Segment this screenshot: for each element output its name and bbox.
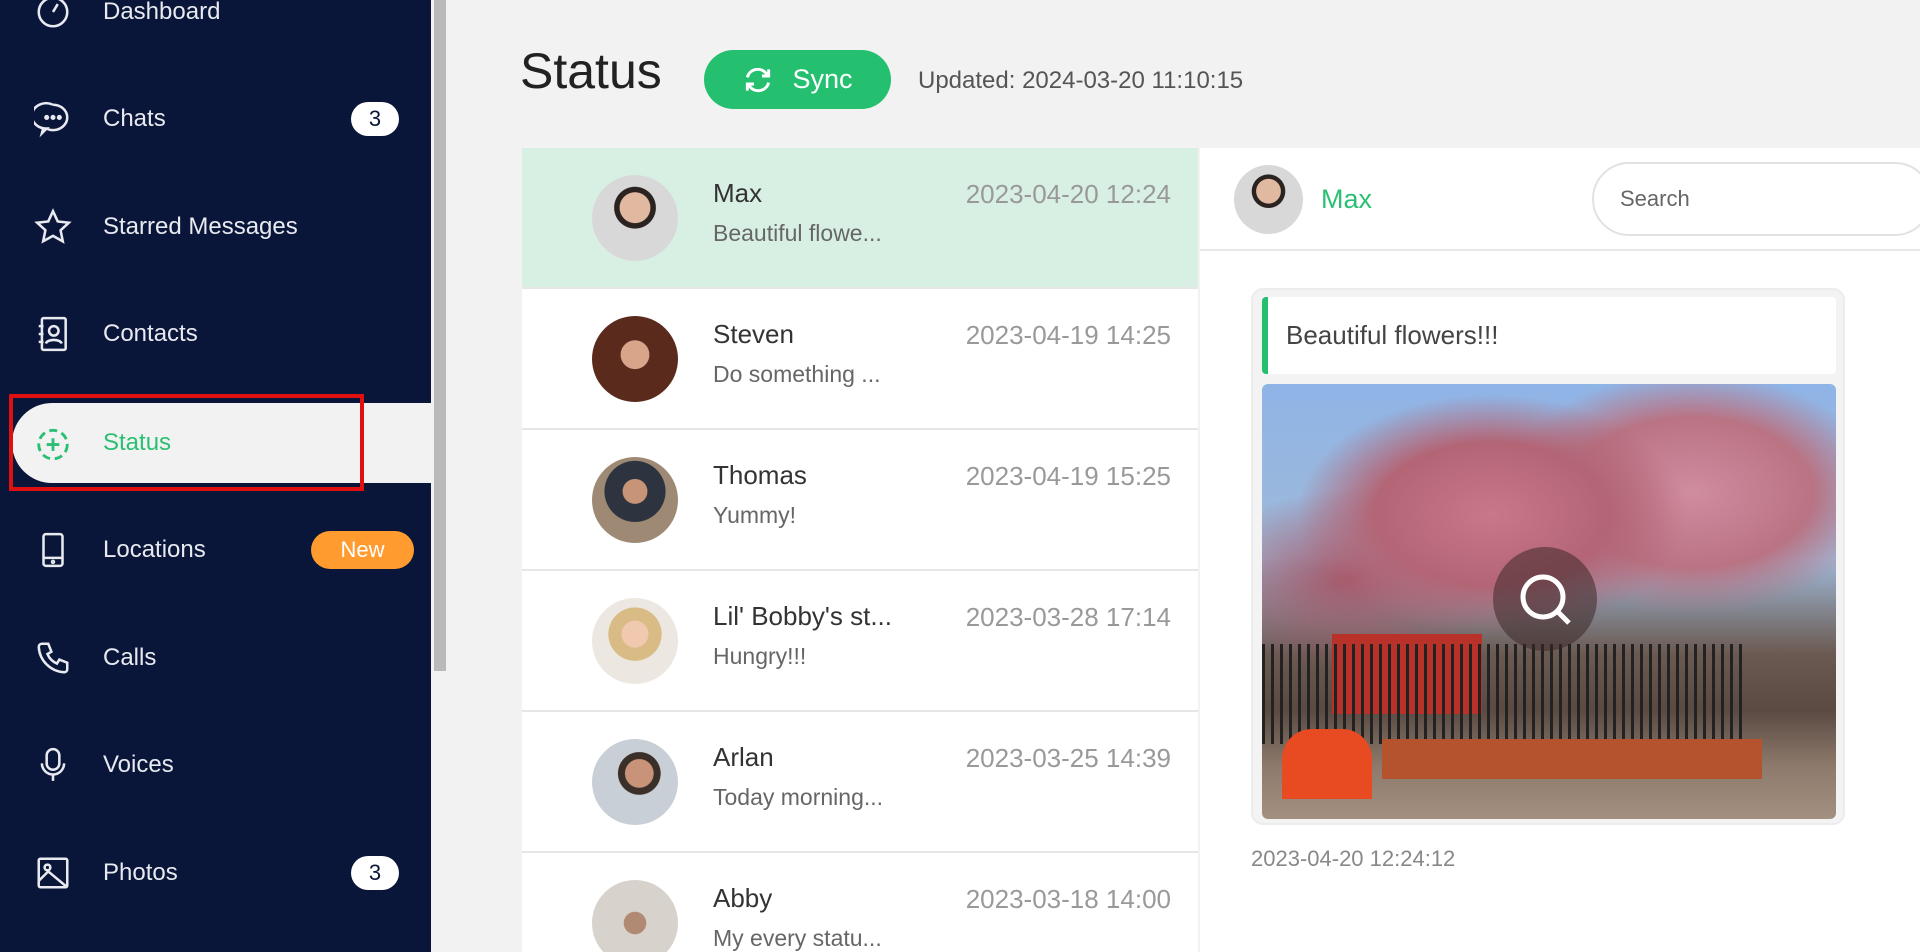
avatar — [592, 175, 678, 261]
person — [1282, 729, 1372, 799]
status-name: Max — [713, 178, 763, 208]
status-preview: Hungry!!! — [713, 643, 807, 669]
status-name: Abby — [713, 883, 773, 913]
sidebar-item-label: Contacts — [103, 320, 198, 347]
sidebar-item-label: Voices — [103, 751, 174, 778]
status-preview: Yummy! — [713, 502, 797, 528]
sidebar-item-label: Dashboard — [103, 0, 221, 25]
status-preview: My every statu... — [713, 925, 882, 951]
sidebar-item-label: Calls — [103, 644, 157, 671]
chats-count-badge: 3 — [351, 102, 399, 136]
avatar — [592, 598, 678, 684]
status-preview: Beautiful flowe... — [713, 220, 882, 246]
status-row[interactable]: Steven Do something ... 2023-04-19 14:25 — [522, 289, 1198, 430]
updated-timestamp: Updated: 2024-03-20 11:10:15 — [918, 67, 1244, 94]
detail-header: Max Search — [1200, 148, 1920, 251]
page-title: Status — [520, 43, 662, 99]
phone-device-icon — [42, 532, 64, 568]
avatar — [1234, 165, 1303, 234]
avatar — [592, 880, 678, 952]
photos-count-badge: 3 — [351, 856, 399, 890]
search-placeholder: Search — [1620, 186, 1690, 211]
status-date: 2023-03-18 14:00 — [965, 884, 1171, 914]
sidebar-item-label: Locations — [103, 536, 206, 563]
status-photo[interactable] — [1262, 384, 1836, 819]
bench — [1532, 739, 1762, 779]
magnifier-icon — [1520, 574, 1571, 625]
status-name: Steven — [713, 319, 794, 349]
status-caption: Beautiful flowers!!! — [1262, 297, 1836, 374]
status-row[interactable]: Lil' Bobby's st... Hungry!!! 2023-03-28 … — [522, 571, 1198, 712]
status-date: 2023-04-19 14:25 — [965, 320, 1171, 350]
status-list: Max Beautiful flowe... 2023-04-20 12:24 … — [522, 148, 1198, 952]
status-row[interactable]: Thomas Yummy! 2023-04-19 15:25 — [522, 430, 1198, 571]
contact-icon — [38, 316, 67, 352]
zoom-button[interactable] — [1493, 547, 1597, 651]
sidebar-item-starred-messages[interactable]: Starred Messages — [0, 187, 431, 267]
gauge-icon — [37, 0, 69, 28]
sync-label: Sync — [792, 64, 853, 94]
microphone-icon — [40, 747, 66, 781]
status-detail-panel: Max Search Beautiful flowers!!! 2023-04-… — [1200, 148, 1920, 952]
sidebar-item-contacts[interactable]: Contacts — [0, 294, 431, 374]
sidebar-scrollbar[interactable] — [434, 0, 446, 671]
new-badge: New — [311, 531, 414, 569]
sync-button[interactable]: Sync — [704, 50, 891, 109]
sidebar-item-label: Chats — [103, 105, 166, 132]
status-name: Thomas — [713, 460, 807, 490]
status-date: 2023-04-19 15:25 — [965, 461, 1171, 491]
avatar — [592, 457, 678, 543]
status-name: Lil' Bobby's st... — [713, 601, 893, 631]
sidebar-item-chats[interactable]: Chats 3 — [0, 79, 431, 159]
search-input[interactable]: Search — [1592, 162, 1920, 236]
status-row[interactable]: Abby My every statu... 2023-03-18 14:00 — [522, 853, 1198, 952]
status-date: 2023-04-20 12:24 — [965, 179, 1171, 209]
phone-icon — [37, 642, 69, 674]
highlight-box — [9, 394, 364, 491]
status-preview: Today morning... — [713, 784, 884, 810]
sidebar-item-voices[interactable]: Voices — [0, 725, 431, 805]
avatar — [592, 316, 678, 402]
status-date: 2023-03-28 17:14 — [965, 602, 1171, 632]
sync-icon — [746, 67, 771, 92]
star-icon — [34, 208, 72, 244]
status-name: Arlan — [713, 742, 774, 772]
contact-name[interactable]: Max — [1321, 184, 1372, 215]
sidebar-item-calls[interactable]: Calls — [0, 618, 431, 698]
sidebar-item-dashboard[interactable]: Dashboard — [0, 0, 431, 52]
status-card: Beautiful flowers!!! — [1251, 288, 1845, 825]
avatar — [592, 739, 678, 825]
sidebar-item-photos[interactable]: Photos 3 — [0, 833, 431, 913]
status-timestamp: 2023-04-20 12:24:12 — [1251, 846, 1456, 871]
status-row[interactable]: Max Beautiful flowe... 2023-04-20 12:24 — [522, 148, 1198, 289]
status-date: 2023-03-25 14:39 — [965, 743, 1171, 773]
status-row[interactable]: Arlan Today morning... 2023-03-25 14:39 — [522, 712, 1198, 853]
sidebar-item-label: Starred Messages — [103, 213, 298, 240]
chat-icon — [34, 101, 69, 138]
sidebar-item-label: Photos — [103, 859, 178, 886]
status-preview: Do something ... — [713, 361, 881, 387]
sidebar-item-locations[interactable]: Locations New — [0, 510, 431, 590]
image-icon — [37, 857, 69, 889]
